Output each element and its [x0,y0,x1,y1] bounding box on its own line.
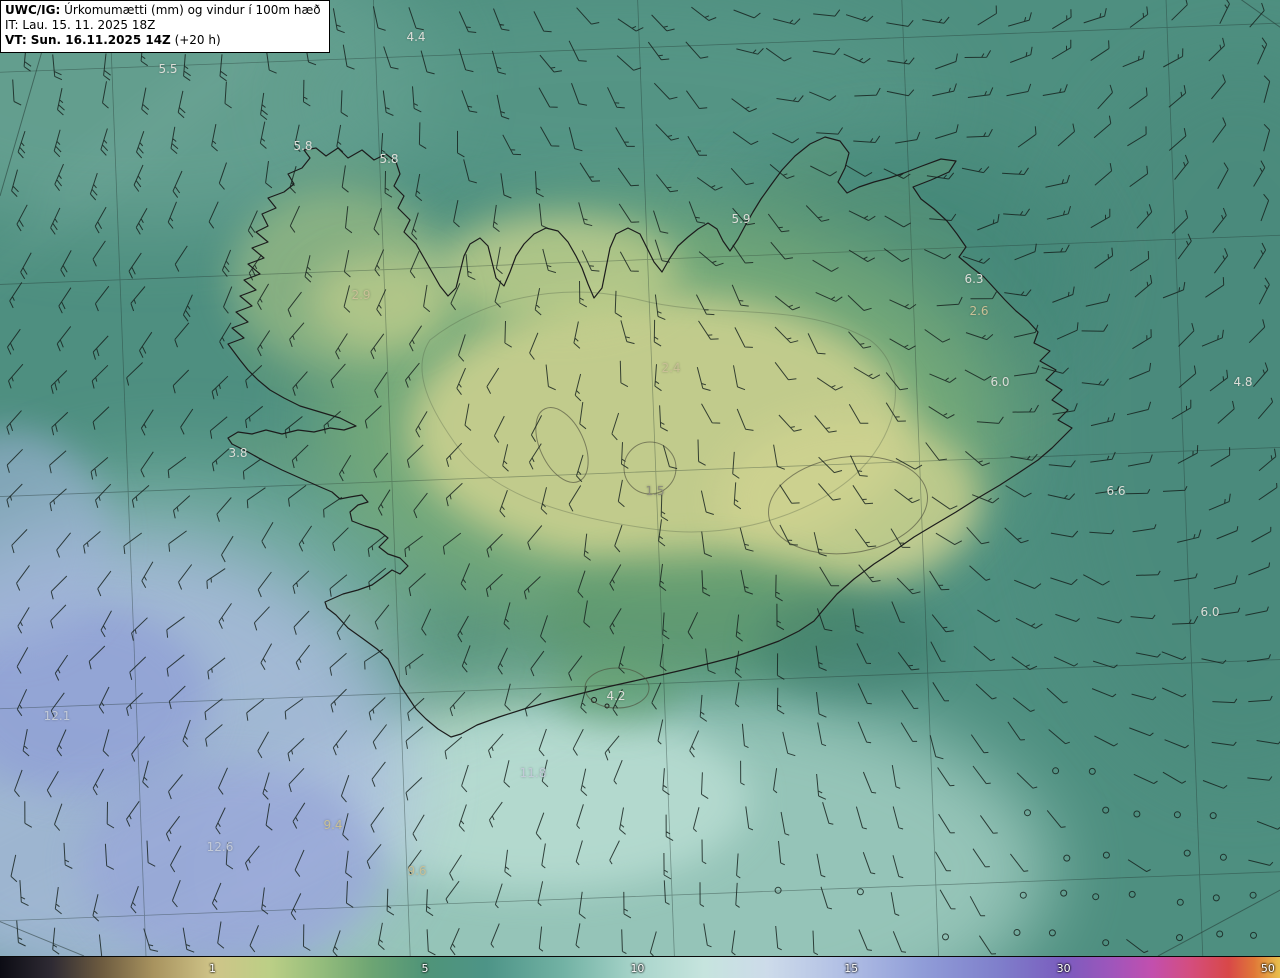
product-title-line: UWC/IG: Úrkomumætti (mm) og vindur í 100… [5,3,321,18]
colorbar-tick-1: 1 [209,962,216,975]
valid-time-suffix: (+20 h) [171,33,221,47]
colorbar-tick-15: 15 [844,962,858,975]
valid-time-line: VT: Sun. 16.11.2025 14Z (+20 h) [5,33,321,48]
init-time-line: IT: Lau. 15. 11. 2025 18Z [5,18,321,33]
colorbar-tick-30: 30 [1057,962,1071,975]
product-code: UWC/IG: [5,3,60,17]
map-canvas [0,0,1280,956]
colorbar-ticks: 1510153050 [0,957,1280,978]
product-title-text: Úrkomumætti (mm) og vindur í 100m hæð [60,3,320,17]
colorbar-tick-5: 5 [421,962,428,975]
weather-map-page: 4.45.55.85.85.96.32.62.92.46.04.83.81.56… [0,0,1280,978]
colorbar-tick-10: 10 [630,962,644,975]
colorbar-tick-50: 50 [1261,962,1275,975]
title-box: UWC/IG: Úrkomumætti (mm) og vindur í 100… [0,0,330,53]
valid-time-bold: VT: Sun. 16.11.2025 14Z [5,33,171,47]
colorbar: 1510153050 [0,956,1280,978]
